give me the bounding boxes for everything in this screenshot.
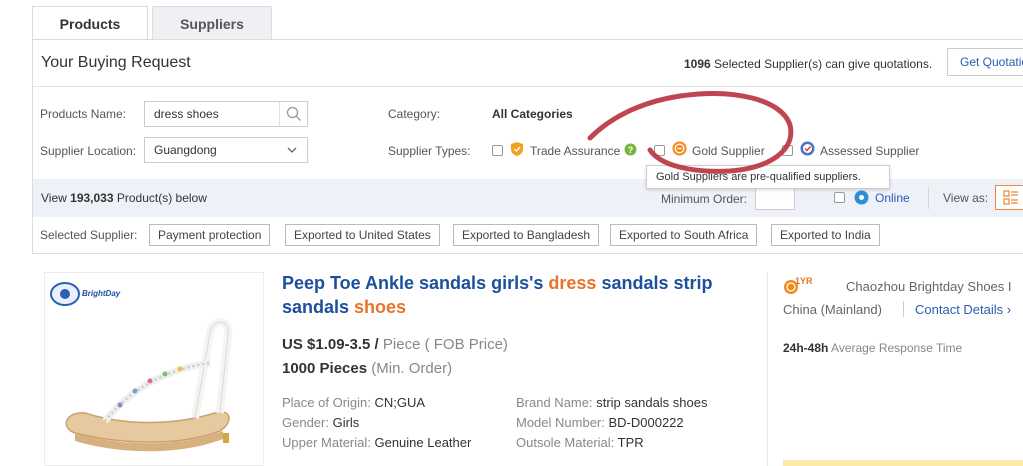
supplier-company-link[interactable]: Chaozhou Brightday Shoes I <box>846 279 1012 294</box>
assessed-supplier-label: Assessed Supplier <box>820 144 920 158</box>
divider <box>928 187 929 209</box>
sandal-image <box>50 282 233 452</box>
help-icon[interactable]: ? <box>624 143 637 156</box>
chip-exported-bangladesh[interactable]: Exported to Bangladesh <box>453 224 600 246</box>
svg-text:?: ? <box>628 145 634 155</box>
response-time-label: Average Response Time <box>828 341 963 355</box>
supplier-count: 1096 <box>684 57 711 71</box>
category-label: Category: <box>388 107 441 121</box>
product-count-text: View 193,033 Product(s) below <box>41 191 207 205</box>
trade-assurance-label: Trade Assurance <box>530 144 621 158</box>
response-time: 24h-48h Average Response Time <box>783 341 962 355</box>
min-order-suffix: (Min. Order) <box>367 360 453 377</box>
attr-model-number: Model Number: BD-D000222 <box>516 415 684 430</box>
tab-bar: Products Suppliers <box>32 6 272 40</box>
brand-logo-text: BrightDay <box>82 289 121 298</box>
tab-products[interactable]: Products <box>32 6 148 40</box>
attr-label: Place of Origin: <box>282 395 375 410</box>
attr-value: TPR <box>617 435 644 450</box>
online-checkbox[interactable] <box>834 192 845 203</box>
products-name-input[interactable]: dress shoes <box>144 101 308 127</box>
supplier-count-text: 1096 Selected Supplier(s) can give quota… <box>684 57 932 71</box>
gold-supplier-tooltip: Gold Suppliers are pre-qualified supplie… <box>646 165 890 189</box>
trade-assurance-checkbox[interactable] <box>492 145 503 156</box>
products-name-label: Products Name: <box>40 107 127 121</box>
attr-label: Upper Material: <box>282 435 375 450</box>
attr-label: Outsole Material: <box>516 435 618 450</box>
attr-label: Brand Name: <box>516 395 597 410</box>
contact-button-partial[interactable] <box>783 460 1023 466</box>
products-name-value: dress shoes <box>154 107 219 121</box>
attr-value: CN;GUA <box>374 395 426 410</box>
attr-value: BD-D000222 <box>608 415 684 430</box>
title-part-1: Peep Toe Ankle sandals girls's <box>282 273 549 293</box>
category-value[interactable]: All Categories <box>492 107 573 121</box>
supplier-types-label: Supplier Types: <box>388 144 471 158</box>
assessed-supplier-checkbox[interactable] <box>782 145 793 156</box>
list-view-icon <box>1003 190 1018 205</box>
product-price: US $1.09-3.5 / Piece ( FOB Price) <box>282 336 508 353</box>
attr-place-of-origin: Place of Origin: CN;GUA <box>282 395 425 410</box>
chip-payment-protection[interactable]: Payment protection <box>149 224 271 246</box>
min-order-input[interactable] <box>755 186 795 210</box>
attr-value: Genuine Leather <box>374 435 472 450</box>
divider <box>903 301 904 317</box>
tab-suppliers[interactable]: Suppliers <box>152 6 272 40</box>
list-view-button[interactable] <box>995 185 1023 210</box>
product-title-link[interactable]: Peep Toe Ankle sandals girls's dress san… <box>282 271 752 319</box>
product-min-order: 1000 Pieces (Min. Order) <box>282 360 452 377</box>
attr-brand-name: Brand Name: strip sandals shoes <box>516 395 707 410</box>
search-button[interactable] <box>279 102 307 126</box>
product-image[interactable]: BrightDay <box>44 272 264 466</box>
attr-outsole-material: Outsole Material: TPR <box>516 435 644 450</box>
supplier-location-select[interactable]: Guangdong <box>144 137 308 163</box>
price-value: US $1.09-3.5 / <box>282 336 379 353</box>
product-count: 193,033 <box>70 191 114 205</box>
attr-label: Model Number: <box>516 415 609 430</box>
attr-upper-material: Upper Material: Genuine Leather <box>282 435 471 450</box>
gold-supplier-years: 1YR <box>795 276 813 286</box>
min-order-label: Minimum Order: <box>661 192 748 206</box>
supplier-count-suffix: Selected Supplier(s) can give quotations… <box>710 57 933 71</box>
title-highlight-1: dress <box>548 273 597 293</box>
chevron-down-icon <box>287 147 297 153</box>
gold-supplier-label: Gold Supplier <box>692 144 765 158</box>
chip-exported-india[interactable]: Exported to India <box>771 224 880 246</box>
response-time-value: 24h-48h <box>783 341 829 355</box>
view-prefix: View <box>41 191 71 205</box>
search-icon <box>286 106 301 121</box>
shield-icon <box>511 142 523 156</box>
min-order-value: 1000 Pieces <box>282 360 368 377</box>
attr-value: strip sandals shoes <box>596 395 708 410</box>
attr-gender: Gender: Girls <box>282 415 359 430</box>
view-as-label: View as: <box>943 191 989 205</box>
divider <box>33 86 1023 87</box>
gold-supplier-checkbox[interactable] <box>654 145 665 156</box>
contact-details-link[interactable]: Contact Details › <box>915 302 1011 317</box>
gold-medal-icon <box>672 141 687 156</box>
supplier-country: China (Mainland) <box>783 302 882 317</box>
view-suffix: Product(s) below <box>113 191 207 205</box>
title-highlight-2: shoes <box>354 297 407 317</box>
supplier-location-label: Supplier Location: <box>40 144 137 158</box>
assessed-badge-icon <box>800 141 815 156</box>
attr-value: Girls <box>332 415 360 430</box>
online-icon <box>854 190 869 205</box>
online-label: Online <box>875 191 910 205</box>
attr-label: Gender: <box>282 415 333 430</box>
buying-request-title: Your Buying Request <box>41 54 191 71</box>
chip-exported-united-states[interactable]: Exported to United States <box>285 224 440 246</box>
get-quotations-button[interactable]: Get Quotations <box>947 48 1023 76</box>
selected-supplier-label: Selected Supplier: <box>40 228 138 242</box>
divider <box>767 272 768 466</box>
chip-exported-south-africa[interactable]: Exported to South Africa <box>610 224 758 246</box>
price-unit: Piece ( FOB Price) <box>378 336 508 353</box>
supplier-location-value: Guangdong <box>154 143 217 157</box>
